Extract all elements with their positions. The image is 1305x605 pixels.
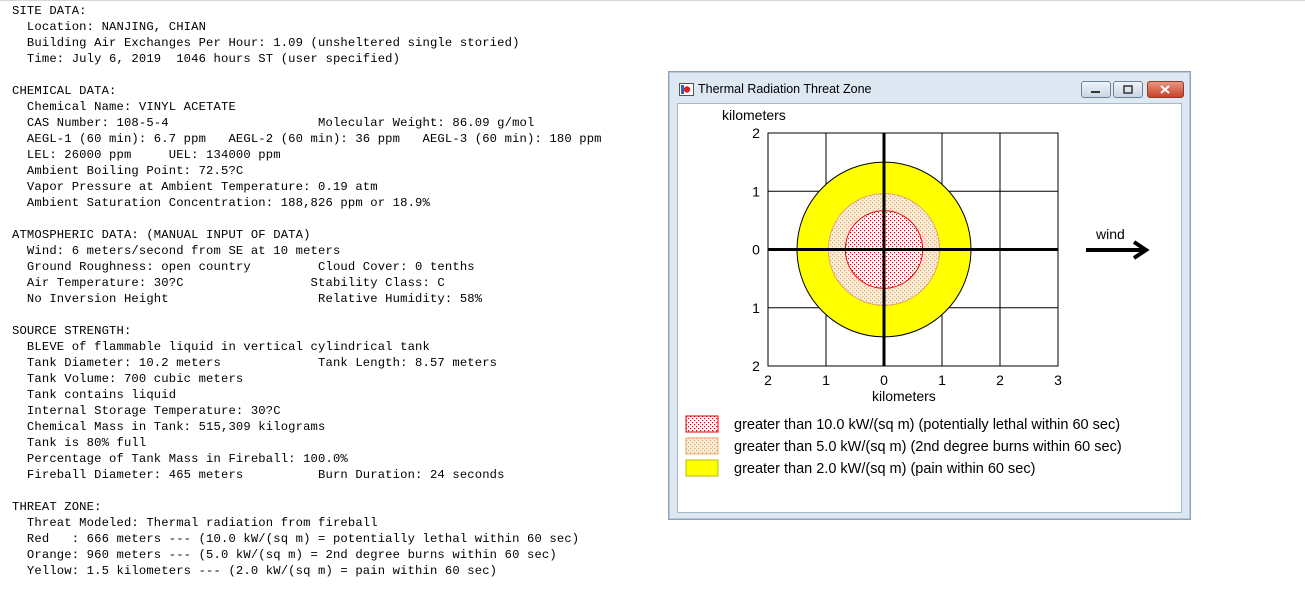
legend-text-orange: greater than 5.0 kW/(sq m) (2nd degree b… bbox=[734, 439, 1122, 455]
report-line: Orange: 960 meters --- (5.0 kW/(sq m) = … bbox=[12, 548, 557, 562]
report-line: Chemical Name: VINYL ACETATE bbox=[12, 100, 236, 114]
report-line: LEL: 26000 ppm UEL: 134000 ppm bbox=[12, 148, 281, 162]
legend-swatch-red bbox=[685, 415, 719, 433]
x-tick-labels: 2 1 0 1 2 3 bbox=[764, 372, 1062, 388]
report-line: BLEVE of flammable liquid in vertical cy… bbox=[12, 340, 430, 354]
report-line: Percentage of Tank Mass in Fireball: 100… bbox=[12, 452, 348, 466]
y-tick-label: 2 bbox=[752, 358, 760, 374]
threat-zone-window[interactable]: Thermal Radiation Threat Zone kilometers… bbox=[668, 71, 1191, 520]
report-line: Location: NANJING, CHIAN bbox=[12, 20, 207, 34]
window-title: Thermal Radiation Threat Zone bbox=[698, 82, 872, 96]
app-icon bbox=[679, 83, 694, 96]
report-line: Ambient Boiling Point: 72.5?C bbox=[12, 164, 244, 178]
maximize-button[interactable] bbox=[1113, 81, 1143, 98]
legend-swatch-yellow bbox=[685, 459, 719, 477]
minimize-icon bbox=[1091, 91, 1100, 93]
x-axis-label: kilometers bbox=[872, 388, 936, 404]
report-line: Tank Volume: 700 cubic meters bbox=[12, 372, 244, 386]
report-line: Air Temperature: 30?C Stability Class: C bbox=[12, 276, 445, 290]
report-line: Ground Roughness: open country Cloud Cov… bbox=[12, 260, 475, 274]
report-line: Tank contains liquid bbox=[12, 388, 177, 402]
close-icon bbox=[1160, 85, 1170, 94]
y-tick-label: 1 bbox=[752, 183, 760, 199]
report-line: No Inversion Height Relative Humidity: 5… bbox=[12, 292, 483, 306]
report-line: SOURCE STRENGTH: bbox=[12, 324, 132, 338]
report-line: Ambient Saturation Concentration: 188,82… bbox=[12, 196, 430, 210]
legend-text-yellow: greater than 2.0 kW/(sq m) (pain within … bbox=[734, 461, 1035, 477]
window-titlebar[interactable]: Thermal Radiation Threat Zone bbox=[669, 72, 1190, 104]
report-line: Tank Diameter: 10.2 meters Tank Length: … bbox=[12, 356, 498, 370]
threat-zone-chart: kilometers kilometers 210123 21012 wind … bbox=[685, 107, 1150, 477]
y-tick-label: 0 bbox=[752, 242, 760, 258]
report-line: Vapor Pressure at Ambient Temperature: 0… bbox=[12, 180, 378, 194]
report-line: Yellow: 1.5 kilometers --- (2.0 kW/(sq m… bbox=[12, 564, 498, 578]
wind-indicator: wind bbox=[1086, 226, 1150, 260]
report-line: SITE DATA: bbox=[12, 4, 87, 18]
report-line: Threat Modeled: Thermal radiation from f… bbox=[12, 516, 378, 530]
x-tick-label: 0 bbox=[880, 372, 888, 388]
y-tick-label: 2 bbox=[752, 125, 760, 141]
y-tick-labels: 2 1 0 1 2 bbox=[752, 125, 760, 374]
report-line: Fireball Diameter: 465 meters Burn Durat… bbox=[12, 468, 505, 482]
report-line: CHEMICAL DATA: bbox=[12, 84, 117, 98]
y-tick-label: 1 bbox=[752, 300, 760, 316]
report-line: AEGL-1 (60 min): 6.7 ppm AEGL-2 (60 min)… bbox=[12, 132, 602, 146]
report-line: Wind: 6 meters/second from SE at 10 mete… bbox=[12, 244, 341, 258]
report-line: Internal Storage Temperature: 30?C bbox=[12, 404, 281, 418]
wind-label: wind bbox=[1095, 226, 1125, 242]
x-tick-label: 1 bbox=[938, 372, 946, 388]
report-line: Building Air Exchanges Per Hour: 1.09 (u… bbox=[12, 36, 520, 50]
x-tick-label: 2 bbox=[764, 372, 772, 388]
report-line: Red : 666 meters --- (10.0 kW/(sq m) = p… bbox=[12, 532, 580, 546]
legend-text-red: greater than 10.0 kW/(sq m) (potentially… bbox=[734, 417, 1120, 433]
report-line: CAS Number: 108-5-4 Molecular Weight: 86… bbox=[12, 116, 535, 130]
report-line: Chemical Mass in Tank: 515,309 kilograms bbox=[12, 420, 326, 434]
x-tick-label: 2 bbox=[996, 372, 1004, 388]
report-line: ATMOSPHERIC DATA: (MANUAL INPUT OF DATA) bbox=[12, 228, 311, 242]
legend-swatch-orange bbox=[685, 437, 719, 455]
minimize-button[interactable] bbox=[1081, 81, 1111, 98]
x-tick-label: 1 bbox=[822, 372, 830, 388]
report-line: THREAT ZONE: bbox=[12, 500, 102, 514]
close-button[interactable] bbox=[1147, 81, 1184, 98]
restore-icon bbox=[1123, 85, 1133, 94]
y-axis-label: kilometers bbox=[722, 107, 786, 123]
legend: greater than 10.0 kW/(sq m) (potentially… bbox=[685, 415, 1122, 477]
report-line: Tank is 80% full bbox=[12, 436, 147, 450]
report-line: Time: July 6, 2019 1046 hours ST (user s… bbox=[12, 52, 401, 66]
chart-client-area: kilometers kilometers 210123 21012 wind … bbox=[677, 103, 1182, 513]
x-tick-label: 3 bbox=[1054, 372, 1062, 388]
